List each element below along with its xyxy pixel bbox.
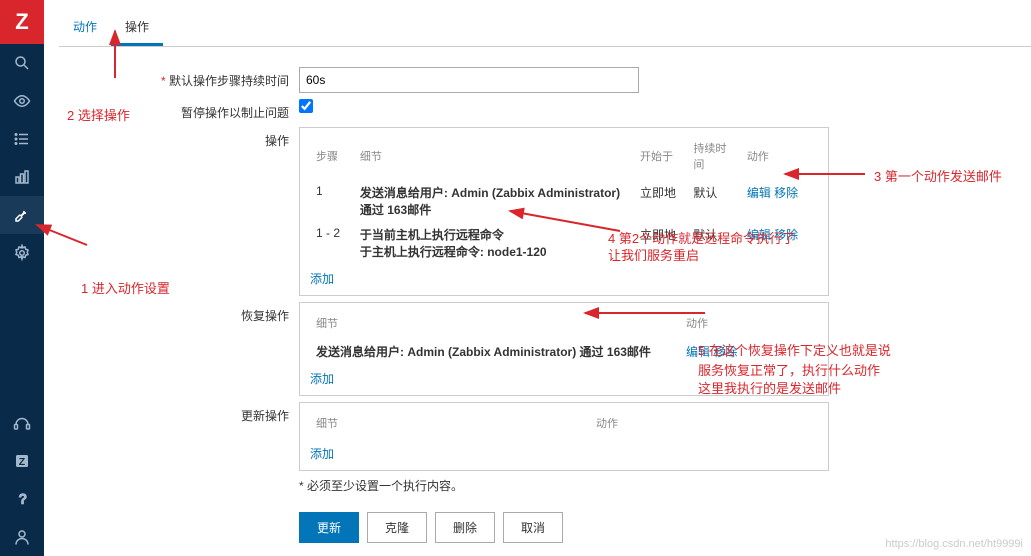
tabs: 动作 操作 [59, 10, 1031, 47]
search-icon[interactable] [0, 44, 44, 82]
tab-operation[interactable]: 操作 [111, 10, 163, 46]
sidebar: Z Z ? [0, 0, 44, 556]
th-dur: 持续时间 [687, 136, 740, 180]
svg-text:Z: Z [19, 456, 26, 468]
svg-text:?: ? [19, 492, 27, 507]
label-update: 更新操作 [59, 402, 299, 424]
edit-link[interactable]: 编辑 [686, 345, 710, 359]
z-icon[interactable]: Z [0, 442, 44, 480]
add-link[interactable]: 添加 [310, 445, 334, 462]
label-pause: 暂停操作以制止问题 [59, 99, 299, 121]
duration-input[interactable] [299, 67, 639, 93]
update-box: 细节 动作 添加 [299, 402, 829, 471]
cancel-button[interactable]: 取消 [503, 512, 563, 543]
th-act: 动作 [741, 136, 818, 180]
remove-link[interactable]: 移除 [774, 186, 798, 200]
remove-link[interactable]: 移除 [774, 228, 798, 242]
table-row: 发送消息给用户: Admin (Zabbix Administrator) 通过… [310, 339, 818, 364]
table-row: 1 发送消息给用户: Admin (Zabbix Administrator) … [310, 180, 818, 222]
th-act: 动作 [680, 311, 818, 339]
label-recovery: 恢复操作 [59, 302, 299, 324]
th-detail: 细节 [354, 136, 634, 180]
remove-link[interactable]: 移除 [713, 345, 737, 359]
recovery-box: 细节 动作 发送消息给用户: Admin (Zabbix Administrat… [299, 302, 829, 396]
th-start: 开始于 [634, 136, 687, 180]
chart-icon[interactable] [0, 158, 44, 196]
help-icon[interactable]: ? [0, 480, 44, 518]
add-link[interactable]: 添加 [310, 270, 334, 287]
watermark: https://blog.csdn.net/ht9999i [885, 538, 1023, 550]
eye-icon[interactable] [0, 82, 44, 120]
label-ops: 操作 [59, 127, 299, 149]
gear-icon[interactable] [0, 234, 44, 272]
note-text: 必须至少设置一个执行内容。 [307, 479, 463, 493]
pause-checkbox[interactable] [299, 99, 313, 113]
edit-link[interactable]: 编辑 [747, 186, 771, 200]
update-button[interactable]: 更新 [299, 512, 359, 543]
wrench-icon[interactable] [0, 196, 44, 234]
label-duration: * 默认操作步骤持续时间 [59, 67, 299, 89]
tab-action[interactable]: 动作 [59, 10, 111, 46]
add-link[interactable]: 添加 [310, 370, 334, 387]
table-row: 1 - 2 于当前主机上执行远程命令于主机上执行远程命令: node1-120 … [310, 222, 818, 264]
delete-button[interactable]: 删除 [435, 512, 495, 543]
main-content: 动作 操作 * 默认操作步骤持续时间 暂停操作以制止问题 操作 步骤 细节 开始… [44, 0, 1031, 556]
th-detail: 细节 [310, 411, 590, 439]
support-icon[interactable] [0, 404, 44, 442]
user-icon[interactable] [0, 518, 44, 556]
zabbix-logo[interactable]: Z [0, 0, 44, 44]
th-act: 动作 [590, 411, 818, 439]
edit-link[interactable]: 编辑 [747, 228, 771, 242]
th-step: 步骤 [310, 136, 354, 180]
list-icon[interactable] [0, 120, 44, 158]
clone-button[interactable]: 克隆 [367, 512, 427, 543]
th-detail: 细节 [310, 311, 680, 339]
operations-box: 步骤 细节 开始于 持续时间 动作 1 发送消息给用户: Admin (Zabb… [299, 127, 829, 296]
